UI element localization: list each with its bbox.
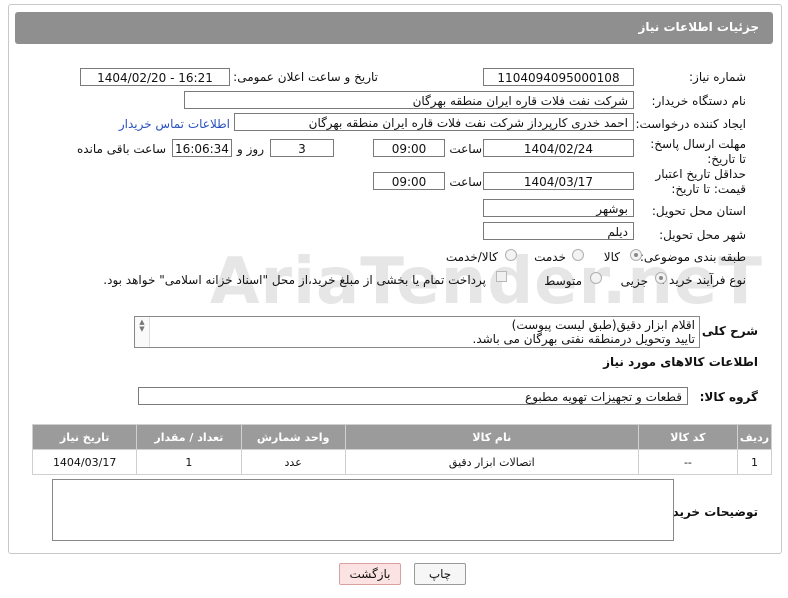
payment-checkbox[interactable]	[496, 271, 507, 282]
purchase-type-label: نوع فرآیند خرید :	[661, 273, 746, 287]
price-validity-time-label: ساعت	[449, 175, 482, 189]
goods-group-field: قطعات و تجهیزات تهویه مطبوع	[138, 387, 688, 405]
reply-deadline-time: 09:00	[373, 139, 445, 157]
announce-datetime-field: 1404/02/20 - 16:21	[80, 68, 230, 86]
remaining-time-field: 16:06:34	[172, 139, 232, 157]
delivery-province-field: بوشهر	[483, 199, 634, 217]
cell-row: 1	[736, 449, 773, 475]
col-name-header: نام کالا	[344, 424, 639, 450]
delivery-province-label: استان محل تحویل:	[651, 204, 746, 218]
announce-datetime-label: تاریخ و ساعت اعلان عمومی:	[233, 70, 378, 84]
cell-name: اتصالات ابزار دقیق	[344, 449, 639, 475]
buyer-contact-link[interactable]: اطلاعات تماس خریدار	[119, 117, 230, 131]
items-section-title: اطلاعات کالاهای مورد نیاز	[603, 355, 758, 369]
purchase-option-medium: متوسط	[544, 274, 582, 288]
cell-qty: 1	[136, 449, 242, 475]
print-button[interactable]: چاپ	[414, 563, 466, 585]
col-code-header: کد کالا	[637, 424, 738, 450]
buyer-org-label: نام دستگاه خریدار:	[651, 94, 747, 108]
goods-group-label: گروه کالا:	[699, 390, 758, 404]
category-option-goods-service: کالا/خدمت	[445, 250, 498, 264]
delivery-city-label: شهر محل تحویل:	[659, 228, 746, 242]
col-row-header: ردیف	[736, 424, 773, 450]
need-number-label: شماره نیاز:	[689, 70, 746, 84]
description-textarea[interactable]: ▲ ▼ اقلام ابزار دقیق(طبق لیست پیوست) تای…	[134, 316, 700, 348]
category-label: طبقه بندی موضوعی:	[639, 250, 746, 264]
description-scrollbar[interactable]: ▲ ▼	[135, 317, 150, 347]
buyer-org-field: شرکت نفت فلات قاره ایران منطقه بهرگان	[184, 91, 634, 109]
cell-unit: عدد	[240, 449, 346, 475]
table-row: 1 -- اتصالات ابزار دقیق عدد 1 1404/03/17	[31, 449, 773, 475]
need-number-field: 1104094095000108	[483, 68, 634, 86]
price-validity-date: 1404/03/17	[483, 172, 634, 190]
reply-deadline-label: مهلت ارسال پاسخ: تا تاریخ:	[650, 137, 746, 166]
reply-time-label: ساعت	[449, 142, 482, 156]
category-radio-goods[interactable]	[630, 249, 642, 261]
creator-label: ایجاد کننده درخواست:	[635, 117, 746, 131]
description-line-1: اقلام ابزار دقیق(طبق لیست پیوست)	[511, 318, 695, 332]
reply-days-field: 3	[270, 139, 334, 157]
delivery-city-field: دیلم	[483, 222, 634, 240]
category-option-service: خدمت	[534, 250, 566, 264]
creator-field: احمد خدری کارپرداز شرکت نفت فلات قاره ای…	[234, 113, 634, 131]
category-radio-service[interactable]	[572, 249, 584, 261]
cell-date: 1404/03/17	[31, 449, 138, 475]
col-unit-header: واحد شمارش	[240, 424, 346, 450]
payment-note: پرداخت تمام یا بخشی از مبلغ خرید،از محل …	[103, 273, 486, 287]
reply-deadline-date: 1404/02/24	[483, 139, 634, 157]
items-table: ردیف کد کالا نام کالا واحد شمارش تعداد /…	[31, 424, 773, 475]
description-line-2: تایید وتحویل درمنطقه نفتی بهرگان می باشد…	[472, 332, 696, 346]
price-validity-time: 09:00	[373, 172, 445, 190]
category-option-goods: کالا	[603, 250, 620, 264]
category-radio-goods-service[interactable]	[505, 249, 517, 261]
reply-days-label: روز و	[237, 142, 264, 156]
remaining-time-label: ساعت باقی مانده	[76, 142, 166, 156]
back-button[interactable]: بازگشت	[339, 563, 401, 585]
buyer-notes-textarea[interactable]	[52, 479, 674, 541]
col-date-header: تاریخ نیاز	[31, 424, 138, 450]
purchase-radio-minor[interactable]	[655, 272, 667, 284]
purchase-radio-medium[interactable]	[590, 272, 602, 284]
table-header-row: ردیف کد کالا نام کالا واحد شمارش تعداد /…	[31, 424, 773, 450]
price-validity-label: حداقل تاریخ اعتبار قیمت: تا تاریخ:	[655, 167, 746, 196]
scroll-down-icon[interactable]: ▼	[135, 326, 149, 333]
header-bar: جزئیات اطلاعات نیاز	[15, 12, 773, 44]
page-title: جزئیات اطلاعات نیاز	[638, 20, 759, 34]
col-qty-header: تعداد / مقدار	[136, 424, 242, 450]
purchase-option-minor: جزیی	[620, 274, 648, 288]
cell-code: --	[637, 449, 738, 475]
